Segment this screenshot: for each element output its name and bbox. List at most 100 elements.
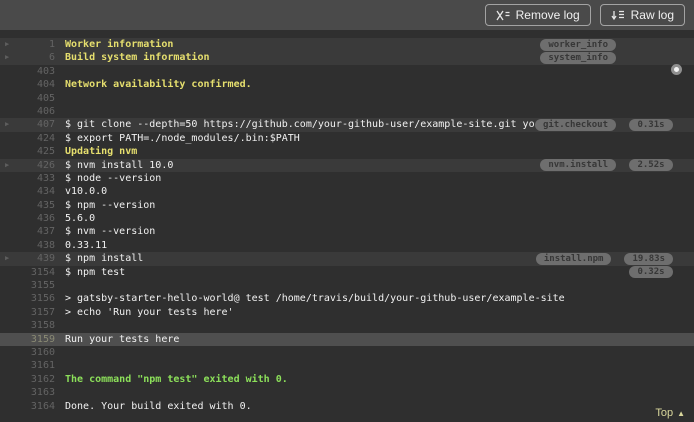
log-text: $ node --version: [65, 172, 162, 184]
log-row: 435 $ npm --version: [0, 199, 694, 212]
line-number[interactable]: 434: [17, 185, 55, 198]
log-row: 424 $ export PATH=./node_modules/.bin:$PA…: [0, 132, 694, 145]
log-row: 3159 Run your tests here: [0, 332, 694, 346]
line-number[interactable]: 425: [17, 145, 55, 158]
fold-tag-badge: git.checkout: [534, 119, 616, 132]
line-number[interactable]: 403: [17, 65, 55, 78]
log-text: $ npm install: [65, 253, 144, 265]
duration-badge: 0.31s: [629, 119, 673, 132]
raw-log-icon: [611, 10, 625, 21]
fold-toggle-icon[interactable]: ▶: [5, 252, 17, 265]
log-row: 3154 $ npm test 0.32s: [0, 266, 694, 279]
log-row: 406: [0, 105, 694, 118]
log-row: 404 Network availability confirmed.: [0, 78, 694, 91]
line-number[interactable]: 3156: [17, 292, 55, 305]
log-row: ▶ 407 $ git clone --depth=50 https://githu…: [0, 118, 694, 132]
log-row: 3163: [0, 386, 694, 399]
fold-tag-badge: install.npm: [535, 252, 612, 265]
remove-log-label: Remove log: [515, 8, 580, 22]
log-rows: ▶ 1 Worker information worker_info ▶ 6 Build s…: [0, 38, 694, 413]
log-text: $ npm --version: [65, 199, 156, 211]
log-row: 403: [0, 65, 694, 78]
line-number[interactable]: 436: [17, 212, 55, 225]
remove-log-icon: [496, 10, 510, 21]
line-number[interactable]: 6: [17, 51, 55, 64]
fold-tag-badge: system_info: [540, 52, 616, 65]
line-number[interactable]: 439: [17, 252, 55, 265]
log-row: 433 $ node --version: [0, 172, 694, 185]
line-number[interactable]: 3155: [17, 279, 55, 292]
line-number[interactable]: 406: [17, 105, 55, 118]
log-row: 434 v10.0.0: [0, 185, 694, 198]
log-text: > gatsby-starter-hello-world@ test /home…: [65, 293, 565, 305]
line-number[interactable]: 3158: [17, 319, 55, 332]
line-number[interactable]: 404: [17, 78, 55, 91]
line-number[interactable]: 3163: [17, 386, 55, 399]
fold-toggle-icon[interactable]: ▶: [5, 159, 17, 172]
log-row: ▶ 1 Worker information worker_info: [0, 38, 694, 52]
raw-log-button[interactable]: Raw log: [599, 4, 685, 26]
log-row: 438 0.33.11: [0, 239, 694, 252]
log-row: 3160: [0, 346, 694, 359]
line-number[interactable]: 3164: [17, 400, 55, 413]
fold-toggle-icon[interactable]: ▶: [5, 118, 17, 131]
line-number[interactable]: 1: [17, 38, 55, 51]
row-pills: git.checkout 0.31s: [534, 119, 694, 132]
raw-log-label: Raw log: [630, 8, 674, 22]
scroll-indicator[interactable]: [671, 64, 682, 75]
log-row: 3158: [0, 319, 694, 332]
chevron-up-icon: ▲: [677, 408, 685, 418]
log-text: $ export PATH=./node_modules/.bin:$PATH: [65, 132, 300, 144]
row-pills: nvm.install 2.52s: [540, 159, 694, 172]
log-text: 0.33.11: [65, 239, 108, 251]
line-number[interactable]: 3162: [17, 373, 55, 386]
line-number[interactable]: 438: [17, 239, 55, 252]
log-row: 3155: [0, 279, 694, 292]
fold-toggle-icon[interactable]: ▶: [5, 51, 17, 64]
line-number[interactable]: 3159: [17, 333, 55, 346]
row-pills: worker_info: [540, 38, 694, 51]
log-text: $ npm test: [65, 266, 126, 278]
log-row: ▶ 6 Build system information system_info: [0, 51, 694, 65]
log-row: 436 5.6.0: [0, 212, 694, 225]
log-row: 425 Updating nvm: [0, 145, 694, 158]
duration-slot: 2.52s: [629, 159, 673, 172]
duration-slot: 0.31s: [629, 119, 673, 132]
log-text: Run your tests here: [65, 333, 180, 345]
line-number[interactable]: 405: [17, 92, 55, 105]
line-number[interactable]: 3160: [17, 346, 55, 359]
log-row: ▶ 426 $ nvm install 10.0 nvm.install 2.52s: [0, 158, 694, 172]
line-number[interactable]: 3154: [17, 266, 55, 279]
remove-log-button[interactable]: Remove log: [484, 4, 591, 26]
fold-tag-badge: worker_info: [540, 38, 616, 51]
line-number[interactable]: 437: [17, 225, 55, 238]
fold-toggle-icon[interactable]: ▶: [5, 38, 17, 51]
line-number[interactable]: 3157: [17, 306, 55, 319]
row-pills: install.npm 19.83s: [535, 252, 694, 265]
scroll-to-top-link[interactable]: Top ▲: [655, 407, 685, 419]
line-number[interactable]: 424: [17, 132, 55, 145]
log-text: v10.0.0: [65, 186, 108, 198]
log-text: $ git clone --depth=50 https://github.co…: [65, 119, 535, 131]
log-row: 3164 Done. Your build exited with 0.: [0, 400, 694, 413]
duration-slot: 0.32s: [629, 266, 673, 279]
line-number[interactable]: 3161: [17, 359, 55, 372]
log-row: 437 $ nvm --version: [0, 225, 694, 238]
log-text: Updating nvm: [65, 146, 138, 158]
duration-slot: 19.83s: [624, 252, 673, 265]
line-number[interactable]: 433: [17, 172, 55, 185]
log-row: 3161: [0, 359, 694, 372]
row-pills: system_info: [540, 52, 694, 65]
log-text: The command "npm test" exited with 0.: [65, 373, 288, 385]
log-row: 3162 The command "npm test" exited with 0…: [0, 373, 694, 386]
duration-badge: 19.83s: [624, 252, 673, 265]
row-pills: 0.32s: [629, 266, 694, 279]
log-text: $ nvm --version: [65, 226, 156, 238]
line-number[interactable]: 407: [17, 118, 55, 131]
log-text: Done. Your build exited with 0.: [65, 400, 252, 412]
log-text: 5.6.0: [65, 213, 96, 225]
fold-tag-badge: nvm.install: [540, 159, 616, 172]
line-number[interactable]: 435: [17, 199, 55, 212]
line-number[interactable]: 426: [17, 159, 55, 172]
log-text: Build system information: [65, 52, 210, 64]
